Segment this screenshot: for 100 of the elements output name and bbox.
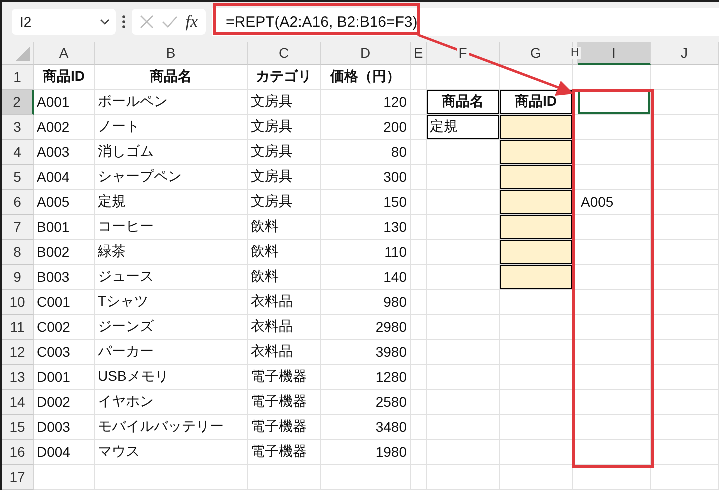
table-cell: パーカー <box>95 340 248 365</box>
column-header[interactable]: G <box>500 42 573 65</box>
table-cell: ジーンズ <box>95 315 248 340</box>
table-cell: 300 <box>321 165 411 190</box>
table-cell: A001 <box>34 90 95 115</box>
column-header[interactable]: D <box>321 42 411 65</box>
table-cell: 商品名 <box>95 65 248 90</box>
table-cell: シャープペン <box>95 165 248 190</box>
table-cell: 130 <box>321 215 411 240</box>
column-header[interactable]: J <box>651 42 719 65</box>
select-all-icon[interactable] <box>16 47 30 61</box>
row-header[interactable]: 10 <box>2 290 34 315</box>
table-cell: イヤホン <box>95 390 248 415</box>
row-header[interactable]: 16 <box>2 440 34 465</box>
table-cell: 価格（円） <box>321 65 411 90</box>
row-header[interactable]: 14 <box>2 390 34 415</box>
table-cell: 緑茶 <box>95 240 248 265</box>
table-cell: 2980 <box>321 315 411 340</box>
table-cell: 電子機器 <box>248 365 321 390</box>
table-cell: ノート <box>95 115 248 140</box>
formula-field[interactable]: =REPT(A2:A16, B2:B16=F3) <box>212 8 719 36</box>
table-cell: A005 <box>578 190 651 215</box>
table-cell: D004 <box>34 440 95 465</box>
row-header[interactable]: 13 <box>2 365 34 390</box>
row-header[interactable]: 15 <box>2 415 34 440</box>
table-cell: 定規 <box>95 190 248 215</box>
table-cell: C002 <box>34 315 95 340</box>
row-header[interactable]: 6 <box>2 190 34 215</box>
table-cell: 文房具 <box>248 165 321 190</box>
more-options-icon[interactable] <box>122 15 126 29</box>
row-header[interactable]: 2 <box>2 90 34 115</box>
table-cell: 飲料 <box>248 240 321 265</box>
table-cell: C003 <box>34 340 95 365</box>
row-header[interactable]: 4 <box>2 140 34 165</box>
table-cell: 電子機器 <box>248 390 321 415</box>
table-cell: 定規 <box>427 115 500 140</box>
cancel-icon[interactable] <box>140 15 154 29</box>
insert-function-button[interactable]: fx <box>186 12 198 32</box>
table-cell: 200 <box>321 115 411 140</box>
table-cell: 電子機器 <box>248 440 321 465</box>
table-cell: 文房具 <box>248 115 321 140</box>
table-cell: 3980 <box>321 340 411 365</box>
table-cell: 文房具 <box>248 190 321 215</box>
table-cell: カテゴリ <box>248 65 321 90</box>
table-cell: B001 <box>34 215 95 240</box>
table-cell: 飲料 <box>248 265 321 290</box>
table-cell: 商品ID <box>34 65 95 90</box>
table-cell: 消しゴム <box>95 140 248 165</box>
table-cell: B003 <box>34 265 95 290</box>
table-cell: コーヒー <box>95 215 248 240</box>
table-cell: A004 <box>34 165 95 190</box>
row-header[interactable]: 8 <box>2 240 34 265</box>
name-box[interactable]: I2 <box>12 9 116 35</box>
table-cell: B002 <box>34 240 95 265</box>
table-cell: 飲料 <box>248 215 321 240</box>
table-cell: 1280 <box>321 365 411 390</box>
table-cell: 商品ID <box>500 90 573 115</box>
table-cell: 3480 <box>321 415 411 440</box>
table-cell: 1980 <box>321 440 411 465</box>
table-cell: マウス <box>95 440 248 465</box>
table-cell: ジュース <box>95 265 248 290</box>
table-cell: D003 <box>34 415 95 440</box>
table-cell: 980 <box>321 290 411 315</box>
table-cell: 80 <box>321 140 411 165</box>
column-header[interactable]: F <box>427 42 500 65</box>
row-header[interactable]: 9 <box>2 265 34 290</box>
table-cell: 150 <box>321 190 411 215</box>
row-header[interactable]: 1 <box>2 65 34 90</box>
table-cell: 電子機器 <box>248 415 321 440</box>
table-cell: 文房具 <box>248 90 321 115</box>
table-cell: USBメモリ <box>95 365 248 390</box>
row-header[interactable]: 3 <box>2 115 34 140</box>
table-cell: 商品名 <box>427 90 500 115</box>
table-cell: 140 <box>321 265 411 290</box>
table-cell: D002 <box>34 390 95 415</box>
column-header[interactable]: B <box>95 42 248 65</box>
column-header[interactable]: E <box>411 42 427 65</box>
row-header[interactable]: 7 <box>2 215 34 240</box>
table-cell: 衣料品 <box>248 340 321 365</box>
table-cell: 衣料品 <box>248 290 321 315</box>
check-icon[interactable] <box>162 16 178 28</box>
chevron-down-icon <box>100 19 110 25</box>
table-cell: モバイルバッテリー <box>95 415 248 440</box>
table-cell: A002 <box>34 115 95 140</box>
table-cell: 120 <box>321 90 411 115</box>
table-cell: ボールペン <box>95 90 248 115</box>
table-cell: A003 <box>34 140 95 165</box>
row-header[interactable]: 11 <box>2 315 34 340</box>
table-cell: C001 <box>34 290 95 315</box>
table-cell: D001 <box>34 365 95 390</box>
column-header[interactable]: A <box>34 42 95 65</box>
table-cell: 110 <box>321 240 411 265</box>
row-header[interactable]: 17 <box>2 465 34 490</box>
column-header[interactable]: I <box>578 42 651 65</box>
table-cell: A005 <box>34 190 95 215</box>
row-header[interactable]: 12 <box>2 340 34 365</box>
table-cell: Tシャツ <box>95 290 248 315</box>
column-header[interactable]: C <box>248 42 321 65</box>
table-cell: 衣料品 <box>248 315 321 340</box>
row-header[interactable]: 5 <box>2 165 34 190</box>
